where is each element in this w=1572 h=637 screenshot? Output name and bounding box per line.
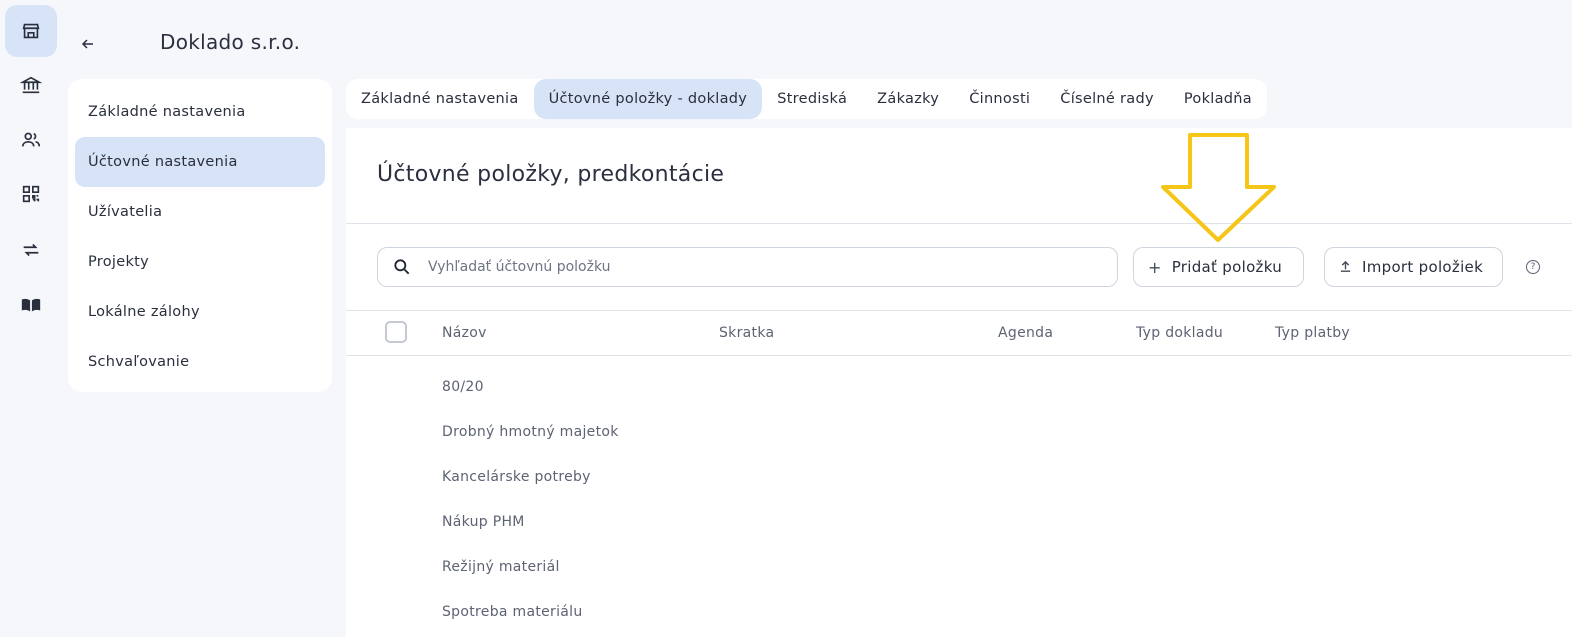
add-item-label: Pridať položku <box>1171 258 1283 276</box>
icon-rail <box>0 0 62 637</box>
back-arrow-icon[interactable] <box>76 32 100 56</box>
column-header-payment-type[interactable]: Typ platby <box>1275 325 1350 341</box>
nav-item-accounting-settings[interactable]: Účtovné nastavenia <box>75 137 325 187</box>
search-box[interactable] <box>377 247 1118 287</box>
main-panel: Účtovné položky, predkontácie + Pridať p… <box>346 128 1572 637</box>
search-icon <box>394 259 410 275</box>
settings-nav: Základné nastavenia Účtovné nastavenia U… <box>68 79 332 392</box>
qr-code-icon[interactable] <box>5 168 57 220</box>
bank-icon[interactable] <box>5 59 57 111</box>
table-row[interactable]: Kancelárske potreby <box>442 469 591 485</box>
tab-basic-settings[interactable]: Základné nastavenia <box>346 79 534 119</box>
tab-orders[interactable]: Zákazky <box>862 79 954 119</box>
store-icon[interactable] <box>5 5 57 57</box>
column-header-shortcut[interactable]: Skratka <box>719 325 774 341</box>
tab-cost-centers[interactable]: Strediská <box>762 79 862 119</box>
table-row[interactable]: Nákup PHM <box>442 514 525 530</box>
people-icon[interactable] <box>5 114 57 166</box>
plus-icon: + <box>1148 257 1162 277</box>
table-row[interactable]: Spotreba materiálu <box>442 604 583 620</box>
tab-activities[interactable]: Činnosti <box>954 79 1045 119</box>
import-items-button[interactable]: Import položiek <box>1324 247 1503 287</box>
company-name: Doklado s.r.o. <box>160 30 301 54</box>
transfer-icon[interactable] <box>5 224 57 276</box>
table-row[interactable]: 80/20 <box>442 379 484 395</box>
nav-item-local-backups[interactable]: Lokálne zálohy <box>75 287 325 337</box>
annotation-arrow-icon <box>1161 133 1276 242</box>
book-icon[interactable] <box>5 279 57 331</box>
column-header-name[interactable]: Názov <box>442 325 487 341</box>
tab-number-series[interactable]: Číselné rady <box>1045 79 1169 119</box>
help-icon[interactable]: ? <box>1526 260 1540 274</box>
tab-accounting-items[interactable]: Účtovné položky - doklady <box>533 79 763 119</box>
tab-cash-register[interactable]: Pokladňa <box>1169 79 1267 119</box>
divider <box>346 223 1572 224</box>
nav-item-users[interactable]: Užívatelia <box>75 187 325 237</box>
table-row[interactable]: Drobný hmotný majetok <box>442 424 619 440</box>
column-header-agenda[interactable]: Agenda <box>998 325 1053 341</box>
divider <box>346 355 1572 356</box>
import-items-label: Import položiek <box>1362 258 1484 276</box>
add-item-button[interactable]: + Pridať položku <box>1133 247 1304 287</box>
nav-item-projects[interactable]: Projekty <box>75 237 325 287</box>
divider <box>346 310 1572 311</box>
table-row[interactable]: Režijný materiál <box>442 559 560 575</box>
select-all-checkbox[interactable] <box>385 321 407 343</box>
settings-tabs: Základné nastavenia Účtovné položky - do… <box>346 79 1267 119</box>
upload-icon <box>1339 258 1352 277</box>
column-header-document-type[interactable]: Typ dokladu <box>1136 325 1223 341</box>
page-title: Účtovné položky, predkontácie <box>377 162 725 187</box>
search-input[interactable] <box>428 259 1088 275</box>
nav-item-approval[interactable]: Schvaľovanie <box>75 337 325 387</box>
nav-item-basic-settings[interactable]: Základné nastavenia <box>75 87 325 137</box>
